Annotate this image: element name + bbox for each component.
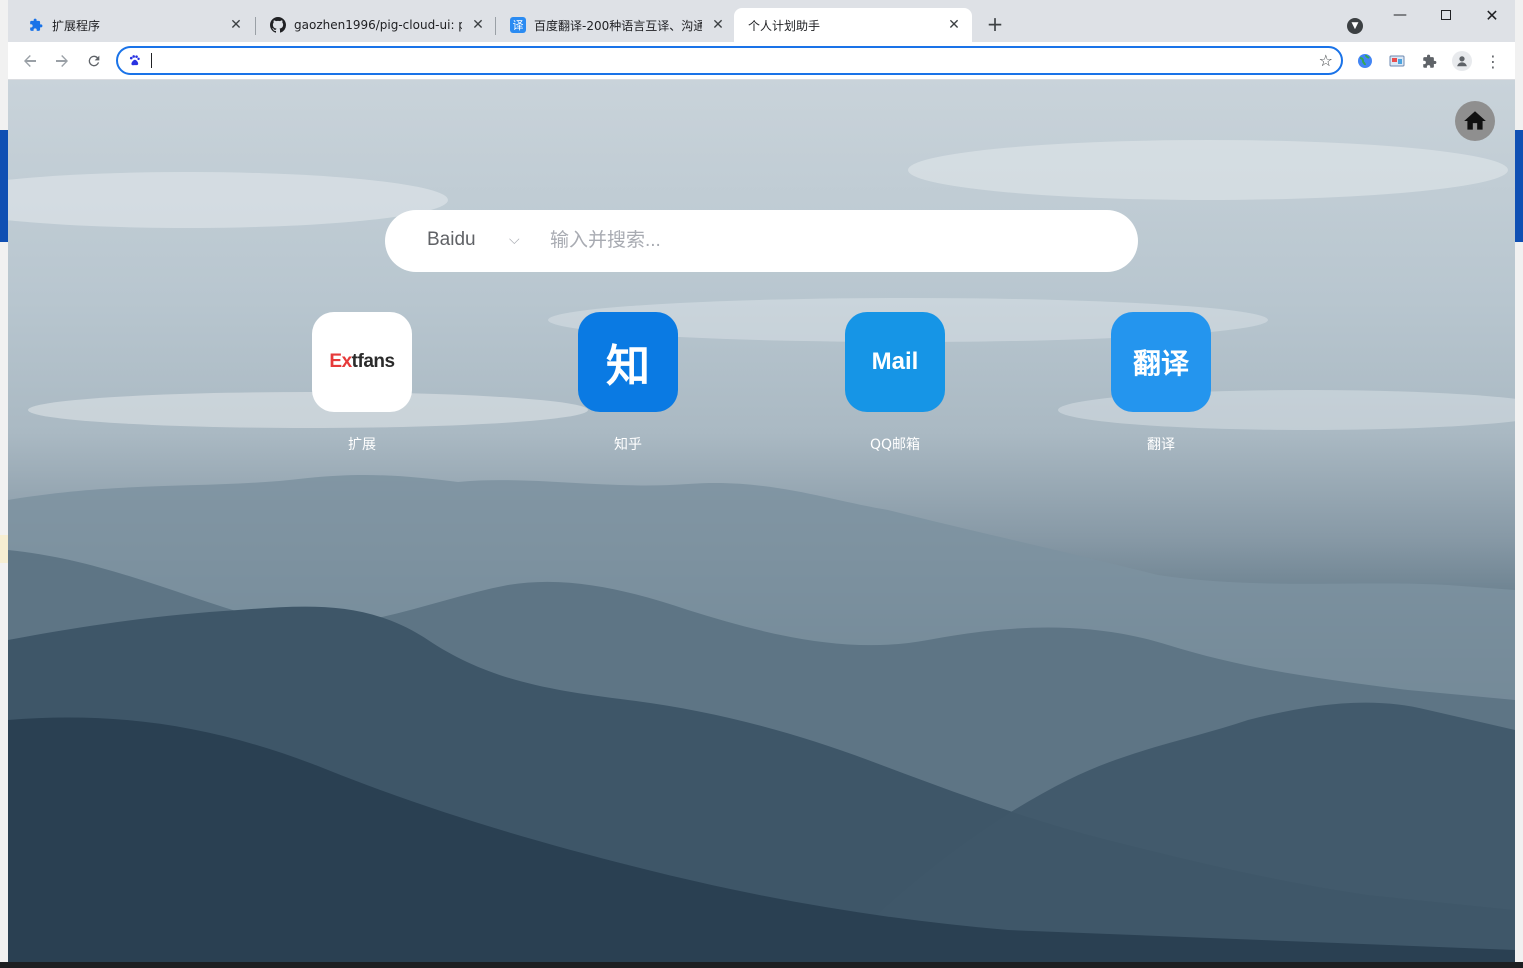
home-icon: [1464, 111, 1486, 130]
search-bar: Baidu ⌵: [385, 210, 1138, 272]
address-bar[interactable]: ☆: [116, 46, 1343, 75]
translate-icon-glyph: 译: [512, 19, 524, 32]
new-tab-button[interactable]: +: [986, 12, 1004, 36]
qq-mail-logo-icon: Mail: [845, 312, 945, 412]
maximize-icon: [1441, 10, 1451, 20]
baidu-paw-icon: [127, 53, 142, 68]
chevron-down-icon[interactable]: ⌵: [509, 232, 520, 248]
reload-icon: [88, 55, 100, 67]
tab-title: 扩展程序: [52, 18, 101, 33]
shortcut-label: QQ邮箱: [869, 437, 921, 453]
desktop-background-right: [1515, 0, 1523, 968]
desktop-background-left: [0, 0, 8, 968]
shortcut-label: 扩展: [348, 437, 376, 453]
shortcut-translate[interactable]: 翻译 翻译: [1111, 312, 1211, 454]
close-icon[interactable]: ✕: [710, 17, 726, 33]
close-icon[interactable]: ✕: [470, 17, 486, 33]
zhihu-logo-icon: 知: [578, 312, 678, 412]
shortcut-label: 知乎: [614, 437, 642, 453]
tab-personal-planner[interactable]: 个人计划助手 ✕: [734, 8, 972, 42]
arrow-right-icon: [56, 55, 68, 67]
desktop-window-fragment: [0, 130, 8, 242]
text-cursor: [151, 53, 152, 68]
tab-title: gaozhen1996/pig-cloud-ui: pig: [294, 18, 462, 32]
shortcut-extensions[interactable]: Extfans 扩展: [312, 312, 412, 454]
search-input[interactable]: [550, 228, 1110, 254]
shortcut-zhihu[interactable]: 知 知乎: [578, 312, 678, 454]
search-engine-select[interactable]: Baidu: [427, 229, 476, 251]
puzzle-icon: [28, 17, 44, 33]
close-icon[interactable]: ✕: [228, 17, 244, 33]
forward-button[interactable]: [52, 51, 72, 71]
screenshot-extension-icon[interactable]: [1389, 53, 1405, 69]
logo-text: Mail: [871, 348, 919, 375]
tab-title: 个人计划助手: [748, 18, 821, 33]
tab-strip: 扩展程序 ✕ gaozhen1996/pig-cloud-ui: pig ✕ 译…: [8, 0, 1515, 42]
desktop-window-fragment: [1515, 130, 1523, 242]
globe-extension-icon[interactable]: [1357, 53, 1373, 69]
tab-github[interactable]: gaozhen1996/pig-cloud-ui: pig ✕: [256, 8, 496, 42]
profile-avatar-icon[interactable]: [1452, 51, 1472, 71]
logo-text: 翻译: [1132, 347, 1189, 380]
extfans-logo-icon: Extfans: [312, 312, 412, 412]
back-button[interactable]: [20, 51, 40, 71]
address-input[interactable]: [154, 51, 1294, 70]
tab-baidu-translate[interactable]: 译 百度翻译-200种语言互译、沟通全 ✕: [496, 8, 736, 42]
browser-window: 扩展程序 ✕ gaozhen1996/pig-cloud-ui: pig ✕ 译…: [8, 0, 1515, 962]
translate-icon: 译: [510, 17, 526, 33]
new-tab-page: Baidu ⌵ Extfans 扩展 知 知乎 Mail QQ邮箱: [8, 80, 1515, 962]
home-button[interactable]: [1455, 101, 1495, 141]
minimize-button[interactable]: —: [1385, 5, 1415, 25]
maximize-button[interactable]: [1431, 5, 1461, 25]
github-icon: [270, 17, 286, 33]
reload-button[interactable]: [84, 51, 104, 71]
tab-search-button[interactable]: ▼: [1347, 18, 1363, 34]
logo-text: 知: [606, 341, 650, 392]
shortcut-label: 翻译: [1147, 437, 1175, 453]
close-window-button[interactable]: ✕: [1477, 5, 1507, 25]
logo-text: Ex: [329, 351, 352, 372]
puzzle-icon[interactable]: [1421, 53, 1437, 69]
desktop-window-fragment: [0, 535, 8, 563]
tab-title: 百度翻译-200种语言互译、沟通全: [534, 18, 702, 33]
bookmark-star-icon[interactable]: ☆: [1319, 51, 1333, 70]
browser-toolbar: ☆ ⋮: [8, 42, 1515, 80]
logo-text: tfans: [351, 351, 395, 372]
close-icon[interactable]: ✕: [946, 17, 962, 33]
kebab-menu-icon[interactable]: ⋮: [1485, 52, 1501, 71]
shortcut-qq-mail[interactable]: Mail QQ邮箱: [845, 312, 945, 454]
taskbar-strip: [0, 962, 1523, 968]
arrow-left-icon: [24, 55, 36, 67]
tab-extensions[interactable]: 扩展程序 ✕: [14, 8, 254, 42]
translate-logo-icon: 翻译: [1111, 312, 1211, 412]
